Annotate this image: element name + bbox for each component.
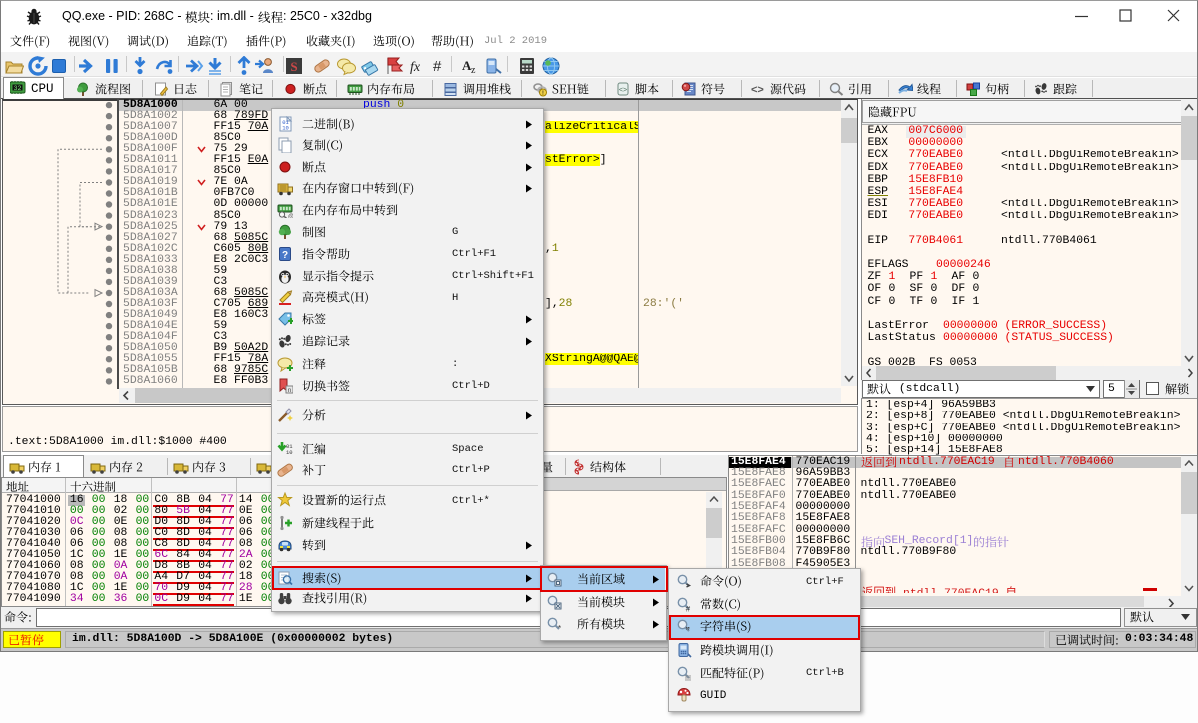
svg-text:fx: fx [410, 60, 421, 75]
svg-text:*: * [558, 624, 561, 632]
svg-text:10: 10 [286, 449, 293, 456]
svg-text:?: ? [282, 250, 288, 261]
svg-text:32: 32 [14, 85, 22, 92]
svg-text:<>: <> [619, 87, 627, 94]
svg-text:”: ” [686, 626, 691, 635]
svg-text:#: # [433, 58, 442, 75]
svg-text:S: S [290, 59, 297, 74]
svg-text:z: z [471, 65, 476, 76]
svg-text:@: @ [288, 214, 293, 218]
svg-text:10: 10 [282, 125, 289, 132]
svg-text:#: # [686, 605, 691, 612]
svg-text:<>: <> [751, 84, 764, 96]
svg-text:n: n [288, 388, 291, 394]
